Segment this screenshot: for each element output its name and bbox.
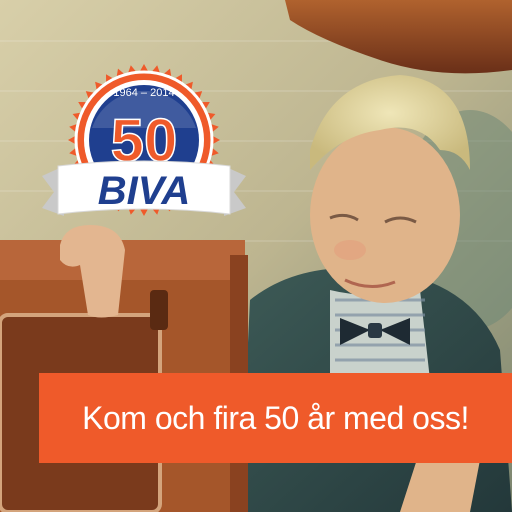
- anniversary-seal-graphic: 1964 – 2014 50 BIVA: [42, 64, 246, 216]
- anniversary-badge: 1964 – 2014 50 BIVA: [34, 58, 254, 238]
- ad-canvas: 1964 – 2014 50 BIVA Kom och fira 50 år m…: [0, 0, 512, 512]
- badge-brand: BIVA: [98, 169, 191, 213]
- promo-banner: Kom och fira 50 år med oss!: [39, 373, 512, 463]
- promo-banner-text: Kom och fira 50 år med oss!: [82, 399, 469, 436]
- badge-years: 1964 – 2014: [113, 87, 174, 99]
